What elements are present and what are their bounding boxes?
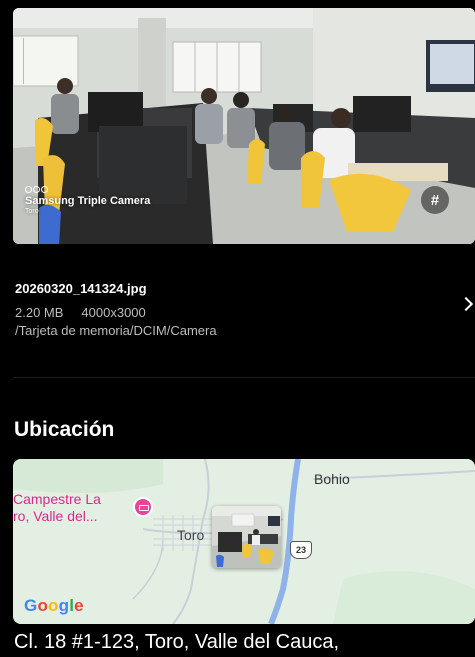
hotel-pin-icon[interactable]: [133, 497, 153, 517]
photo-location-thumbnail[interactable]: [212, 506, 281, 568]
divider: [13, 377, 475, 378]
route-shield: 23: [290, 541, 312, 559]
file-name: 20260320_141324.jpg: [15, 281, 147, 296]
map-label-toro: Toro: [177, 527, 205, 543]
map-label-campestre-line1: Campestre La: [13, 491, 101, 507]
file-size: 2.20 MB: [15, 305, 64, 320]
tag-button[interactable]: #: [421, 186, 449, 214]
location-map[interactable]: Campestre La ro, Valle del... Bohio Toro…: [13, 459, 475, 624]
file-details-row[interactable]: 20260320_141324.jpg 2.20 MB 4000x3000 /Ta…: [15, 281, 475, 351]
thumbnail-photo: [212, 506, 281, 568]
camera-name: Samsung Triple Camera: [25, 195, 151, 207]
file-resolution: 4000x3000: [81, 305, 146, 320]
file-meta: 2.20 MB 4000x3000: [15, 305, 475, 321]
camera-location: Toro: [25, 208, 39, 215]
map-label-bohio: Bohio: [314, 471, 350, 487]
google-logo: Google: [24, 596, 84, 615]
map-label-campestre-line2: ro, Valle del...: [13, 508, 98, 524]
photo-preview[interactable]: Samsung Triple Camera Toro #: [13, 8, 475, 244]
map-label-campestre: Campestre La ro, Valle del...: [13, 491, 101, 525]
file-path: /Tarjeta de memoria/DCIM/Camera: [15, 323, 217, 338]
location-title: Ubicación: [14, 418, 115, 441]
triple-camera-icon: [25, 186, 150, 193]
camera-overlay: Samsung Triple Camera Toro: [25, 186, 150, 215]
location-address: Cl. 18 #1-123, Toro, Valle del Cauca,: [14, 631, 340, 653]
